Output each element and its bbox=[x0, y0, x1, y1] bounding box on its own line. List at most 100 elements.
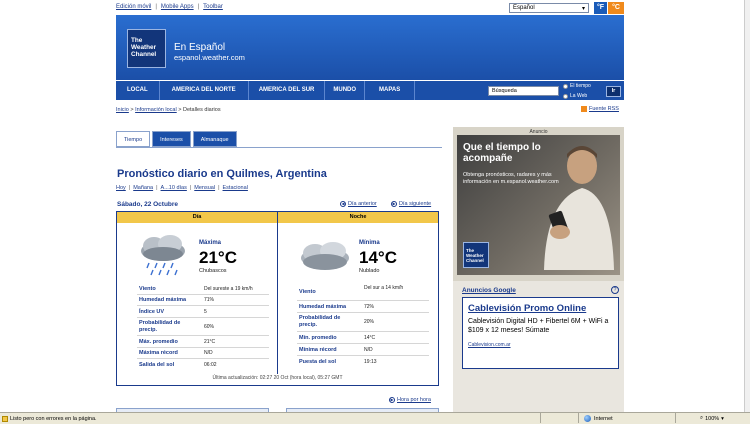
google-ad-title[interactable]: Cablevisión Promo Online bbox=[468, 303, 586, 314]
subnav-monthly[interactable]: Mensual bbox=[194, 185, 215, 191]
arrow-left-icon: ◀ bbox=[340, 201, 346, 207]
hourly-link[interactable]: ▶ Hora por hora bbox=[389, 397, 431, 403]
logo-line: Channel bbox=[466, 258, 484, 263]
row-divider bbox=[137, 305, 269, 306]
day-row-value: 21°C bbox=[204, 339, 216, 345]
column-divider bbox=[277, 212, 278, 374]
breadcrumb-current: Detalles diarios bbox=[182, 107, 221, 113]
celsius-button[interactable]: °C bbox=[608, 2, 624, 14]
forecast-subnav: Hoy | Mañana | A...10 días | Mensual | Estac… bbox=[116, 185, 248, 191]
breadcrumb-local[interactable]: Información local bbox=[135, 107, 177, 113]
day-column-header: Día bbox=[117, 212, 277, 223]
vertical-scrollbar[interactable] bbox=[744, 0, 750, 412]
content-tabs: Tiempo Intereses Almanaque bbox=[116, 131, 237, 147]
previous-day-link[interactable]: ◀ Día anterior bbox=[340, 201, 377, 207]
forecast-date: Sábado, 22 Octubre bbox=[117, 201, 179, 208]
rss-label[interactable]: Fuente RSS bbox=[589, 106, 619, 112]
top-links: Edición móvil | Mobile Apps | Toolbar bbox=[116, 4, 223, 10]
nav-maps[interactable]: MAPAS bbox=[365, 81, 416, 100]
row-divider bbox=[297, 343, 429, 344]
day-row-label: Probabilidad de precip. bbox=[139, 320, 181, 333]
subnav-separator: | bbox=[156, 185, 158, 191]
max-temp-label: Máxima bbox=[199, 240, 222, 246]
next-day-link[interactable]: ▶ Día siguiente bbox=[391, 201, 431, 207]
subnav-tomorrow[interactable]: Mañana bbox=[133, 185, 153, 191]
min-temp-label: Mínima bbox=[359, 240, 380, 246]
tab-almanac[interactable]: Almanaque bbox=[192, 131, 237, 147]
weather-channel-logo[interactable]: The Weather Channel bbox=[127, 29, 166, 68]
mobile-edition-link[interactable]: Edición móvil bbox=[116, 4, 151, 10]
rss-link[interactable]: Fuente RSS bbox=[581, 106, 619, 112]
security-zone: Internet bbox=[584, 415, 613, 422]
radio-icon[interactable] bbox=[563, 93, 568, 99]
radio-icon[interactable] bbox=[563, 83, 568, 89]
row-divider bbox=[137, 358, 269, 359]
magnifier-icon: ⌕ bbox=[700, 415, 704, 421]
previous-day-label[interactable]: Día anterior bbox=[348, 201, 377, 207]
nav-south-america[interactable]: AMERICA DEL SUR bbox=[249, 81, 326, 100]
row-divider bbox=[137, 317, 269, 318]
mobile-apps-link[interactable]: Mobile Apps bbox=[161, 4, 194, 10]
status-divider bbox=[675, 413, 676, 423]
rss-icon bbox=[581, 106, 587, 112]
zoom-level: 100% bbox=[705, 415, 720, 422]
day-row-value: 06:02 bbox=[204, 362, 217, 368]
language-select[interactable]: Español ▾ bbox=[509, 3, 589, 13]
site-url: espanol.weather.com bbox=[174, 53, 245, 62]
warning-icon[interactable] bbox=[2, 416, 8, 422]
subnav-today[interactable]: Hoy bbox=[116, 185, 126, 191]
toolbar-link[interactable]: Toolbar bbox=[203, 4, 223, 10]
ad-body: Obtenga pronósticos, radares y más infor… bbox=[463, 172, 559, 185]
zoom-control[interactable]: ⌕ 100% ▾ bbox=[700, 415, 724, 422]
top-link-separator: | bbox=[155, 4, 157, 10]
breadcrumb-home[interactable]: Inicio bbox=[116, 107, 129, 113]
night-column-header: Noche bbox=[278, 212, 438, 223]
row-divider bbox=[137, 335, 269, 336]
night-row-value: 14°C bbox=[364, 335, 376, 341]
arrow-right-icon: ▶ bbox=[391, 201, 397, 207]
chevron-down-icon: ▾ bbox=[581, 5, 585, 12]
status-divider bbox=[578, 413, 579, 423]
subnav-separator: | bbox=[128, 185, 131, 191]
radio-weather[interactable]: El tiempo bbox=[563, 83, 591, 89]
logo-line: Channel bbox=[131, 51, 157, 58]
night-row-label: Mínima récord bbox=[299, 347, 337, 353]
google-ad-url[interactable]: Cablevision.com.ar bbox=[468, 342, 511, 348]
globe-icon bbox=[584, 415, 591, 422]
fahrenheit-button[interactable]: °F bbox=[594, 2, 607, 14]
tab-weather[interactable]: Tiempo bbox=[116, 131, 151, 147]
day-row-label: Viento bbox=[139, 286, 156, 292]
row-divider bbox=[297, 300, 429, 301]
search-go-button[interactable]: Ir bbox=[606, 86, 621, 97]
hourly-label[interactable]: Hora por hora bbox=[397, 397, 431, 403]
day-row-label: Salida del sol bbox=[139, 362, 175, 368]
max-temp-value: 21°C bbox=[199, 248, 237, 267]
google-ads-label[interactable]: Anuncios Google bbox=[462, 287, 516, 294]
day-row-label: Máx. promedio bbox=[139, 339, 178, 345]
night-row-label: Mín. promedio bbox=[299, 335, 337, 341]
subnav-10-days[interactable]: A...10 días bbox=[161, 185, 187, 191]
subnav-seasonal[interactable]: Estacional bbox=[223, 185, 248, 191]
google-ad-text: Cablevisión Digital HD + Fibertel 6M + W… bbox=[468, 318, 609, 334]
next-day-label[interactable]: Día siguiente bbox=[399, 201, 431, 207]
day-row-value: 71% bbox=[204, 297, 215, 303]
night-row-label: Puesta del sol bbox=[299, 359, 336, 365]
day-row-value: Del sureste a 19 km/h bbox=[204, 286, 253, 292]
tab-interests[interactable]: Intereses bbox=[152, 131, 191, 147]
radio-web[interactable]: La Web bbox=[563, 93, 587, 99]
nav-world[interactable]: MUNDO bbox=[325, 81, 366, 100]
row-divider bbox=[297, 331, 429, 332]
search-input[interactable]: Búsqueda bbox=[488, 86, 559, 96]
night-row-value: Del sur a 14 km/h bbox=[364, 285, 404, 291]
page-title: Pronóstico diario en Quilmes, Argentina bbox=[117, 168, 327, 180]
day-condition: Chubascos bbox=[199, 268, 227, 274]
night-row-value: 19:13 bbox=[364, 359, 377, 365]
cloudy-icon bbox=[301, 242, 349, 270]
info-icon[interactable]: ? bbox=[611, 286, 619, 294]
nav-local[interactable]: LOCAL bbox=[116, 81, 160, 100]
nav-north-america[interactable]: AMERICA DEL NORTE bbox=[160, 81, 249, 100]
language-select-value: Español bbox=[513, 5, 535, 11]
status-divider bbox=[540, 413, 541, 423]
logo-line: Weather bbox=[131, 44, 157, 51]
site-title: En Español bbox=[174, 42, 226, 53]
